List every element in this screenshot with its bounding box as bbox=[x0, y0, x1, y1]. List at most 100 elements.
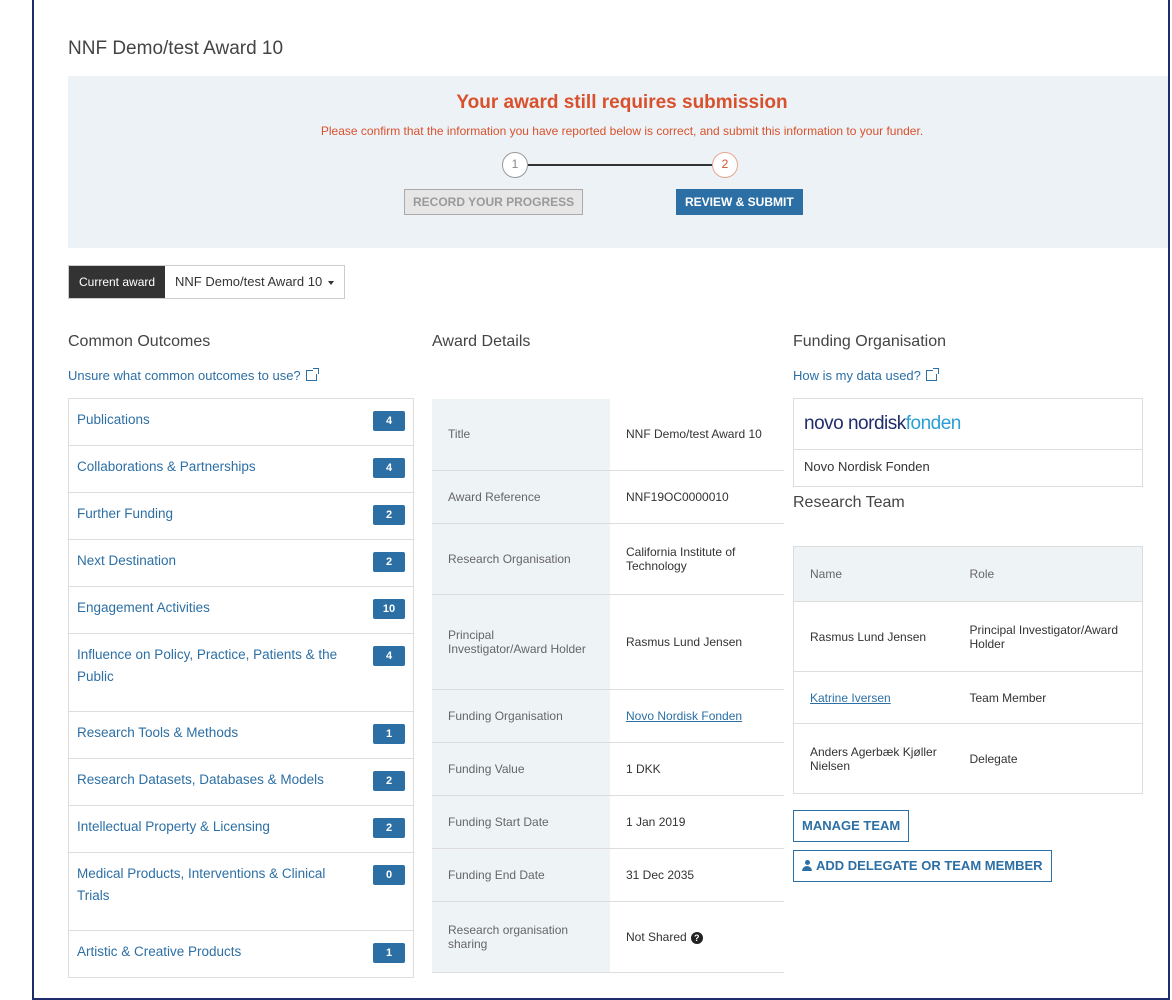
outcome-item-intellectual-property[interactable]: Intellectual Property & Licensing 2 bbox=[68, 806, 414, 853]
outcome-count-badge: 4 bbox=[373, 646, 405, 666]
add-delegate-label: ADD DELEGATE OR TEAM MEMBER bbox=[816, 858, 1043, 873]
outcome-item-research-tools[interactable]: Research Tools & Methods 1 bbox=[68, 712, 414, 759]
team-header-row: Name Role bbox=[793, 546, 1143, 602]
outcome-label[interactable]: Influence on Policy, Practice, Patients … bbox=[77, 644, 357, 688]
team-member-role: Team Member bbox=[953, 671, 1143, 724]
step-2-circle: 2 bbox=[712, 152, 738, 178]
current-award-value: NNF Demo/test Award 10 bbox=[175, 274, 323, 289]
research-team-table: Name Role Rasmus Lund Jensen Principal I… bbox=[793, 546, 1143, 794]
detail-key: Funding Organisation bbox=[432, 689, 610, 743]
progress-stepper: 1 2 RECORD YOUR PROGRESS REVIEW & SUBMIT bbox=[404, 152, 812, 222]
detail-value: 31 Dec 2035 bbox=[610, 848, 784, 902]
team-member-name: Anders Agerbæk Kjøller Nielsen bbox=[793, 723, 954, 794]
submission-banner: Your award still requires submission Ple… bbox=[68, 76, 1168, 248]
manage-team-button[interactable]: MANAGE TEAM bbox=[793, 810, 910, 842]
detail-value: Not Shared bbox=[626, 929, 687, 944]
common-outcomes-help-link[interactable]: Unsure what common outcomes to use? bbox=[68, 368, 301, 383]
team-col-name: Name bbox=[793, 546, 954, 602]
detail-key: Funding End Date bbox=[432, 848, 610, 902]
detail-row: Title NNF Demo/test Award 10 bbox=[432, 399, 784, 471]
detail-value: 1 DKK bbox=[610, 742, 784, 796]
outcome-item-further-funding[interactable]: Further Funding 2 bbox=[68, 493, 414, 540]
outcome-label[interactable]: Collaborations & Partnerships bbox=[77, 456, 256, 478]
outcome-count-badge: 4 bbox=[373, 411, 405, 431]
review-submit-button[interactable]: REVIEW & SUBMIT bbox=[676, 189, 803, 215]
outcome-label[interactable]: Next Destination bbox=[77, 550, 176, 572]
current-award-dropdown[interactable]: NNF Demo/test Award 10 bbox=[165, 266, 345, 298]
award-details-table: Title NNF Demo/test Award 10 Award Refere… bbox=[432, 399, 784, 973]
outcome-label[interactable]: Research Tools & Methods bbox=[77, 722, 238, 744]
detail-key: Principal Investigator/Award Holder bbox=[432, 594, 610, 690]
add-delegate-button[interactable]: ADD DELEGATE OR TEAM MEMBER bbox=[793, 850, 1052, 882]
outcome-count-badge: 10 bbox=[373, 599, 405, 619]
outcome-count-badge: 4 bbox=[373, 458, 405, 478]
data-usage-help[interactable]: How is my data used? bbox=[793, 367, 939, 385]
outcome-label[interactable]: Engagement Activities bbox=[77, 597, 210, 619]
funder-logo-text: novo nordisk bbox=[804, 413, 906, 434]
common-outcomes-list: Publications 4 Collaborations & Partnersh… bbox=[68, 398, 414, 978]
outcome-label[interactable]: Intellectual Property & Licensing bbox=[77, 816, 270, 838]
research-team-heading: Research Team bbox=[793, 494, 905, 511]
outcome-item-publications[interactable]: Publications 4 bbox=[68, 399, 414, 446]
team-row: Rasmus Lund Jensen Principal Investigato… bbox=[793, 601, 1143, 672]
common-outcomes-heading: Common Outcomes bbox=[68, 333, 211, 350]
outcome-item-influence[interactable]: Influence on Policy, Practice, Patients … bbox=[68, 634, 414, 712]
outcome-count-badge: 0 bbox=[373, 865, 405, 885]
award-details-heading: Award Details bbox=[432, 333, 531, 350]
outcome-count-badge: 2 bbox=[373, 505, 405, 525]
outcome-item-collaborations[interactable]: Collaborations & Partnerships 4 bbox=[68, 446, 414, 493]
detail-value: NNF Demo/test Award 10 bbox=[610, 399, 784, 471]
funder-name: Novo Nordisk Fonden bbox=[804, 459, 930, 474]
banner-heading: Your award still requires submission bbox=[456, 92, 788, 113]
detail-key: Funding Start Date bbox=[432, 795, 610, 849]
outcome-label[interactable]: Publications bbox=[77, 409, 150, 431]
team-member-role: Delegate bbox=[953, 723, 1143, 794]
current-award-label: Current award bbox=[69, 266, 166, 298]
outcome-count-badge: 1 bbox=[373, 724, 405, 744]
team-row: Anders Agerbæk Kjøller Nielsen Delegate bbox=[793, 723, 1143, 794]
funding-org-heading: Funding Organisation bbox=[793, 333, 946, 350]
data-usage-help-link[interactable]: How is my data used? bbox=[793, 368, 921, 383]
detail-row: Funding Value 1 DKK bbox=[432, 742, 784, 796]
detail-value: Rasmus Lund Jensen bbox=[610, 594, 784, 690]
current-award-selector[interactable]: Current award NNF Demo/test Award 10 bbox=[68, 265, 346, 299]
outcome-label[interactable]: Further Funding bbox=[77, 503, 173, 525]
external-link-icon bbox=[925, 368, 939, 381]
page-title: NNF Demo/test Award 10 bbox=[68, 38, 284, 59]
detail-key: Award Reference bbox=[432, 470, 610, 524]
step-1-circle: 1 bbox=[502, 152, 528, 178]
detail-key: Research organisation sharing bbox=[432, 901, 610, 973]
detail-value: NNF19OC0000010 bbox=[610, 470, 784, 524]
detail-row: Principal Investigator/Award Holder Rasmu… bbox=[432, 594, 784, 690]
detail-row: Funding End Date 31 Dec 2035 bbox=[432, 848, 784, 902]
detail-key: Research Organisation bbox=[432, 523, 610, 595]
page-frame: NNF Demo/test Award 10 Your award still … bbox=[32, 0, 1170, 1000]
outcome-label[interactable]: Research Datasets, Databases & Models bbox=[77, 769, 324, 791]
step-connector bbox=[528, 164, 712, 166]
outcome-count-badge: 2 bbox=[373, 552, 405, 572]
outcome-item-next-destination[interactable]: Next Destination 2 bbox=[68, 540, 414, 587]
outcome-count-badge: 2 bbox=[373, 771, 405, 791]
funding-org-link[interactable]: Novo Nordisk Fonden bbox=[626, 709, 742, 723]
record-progress-button[interactable]: RECORD YOUR PROGRESS bbox=[404, 189, 584, 215]
detail-row: Research Organisation California Institut… bbox=[432, 523, 784, 595]
outcome-label[interactable]: Artistic & Creative Products bbox=[77, 941, 241, 963]
team-row: Katrine Iversen Team Member bbox=[793, 671, 1143, 724]
team-member-role: Principal Investigator/Award Holder bbox=[953, 601, 1143, 672]
detail-row: Research organisation sharing Not Shared? bbox=[432, 901, 784, 973]
common-outcomes-help[interactable]: Unsure what common outcomes to use? bbox=[68, 367, 319, 385]
caret-down-icon bbox=[328, 280, 335, 285]
outcome-item-engagement[interactable]: Engagement Activities 10 bbox=[68, 587, 414, 634]
outcome-count-badge: 1 bbox=[373, 943, 405, 963]
detail-row: Award Reference NNF19OC0000010 bbox=[432, 470, 784, 524]
outcome-item-research-datasets[interactable]: Research Datasets, Databases & Models 2 bbox=[68, 759, 414, 806]
outcome-item-artistic[interactable]: Artistic & Creative Products 1 bbox=[68, 931, 414, 978]
team-member-link[interactable]: Katrine Iversen bbox=[810, 691, 891, 705]
team-member-name: Rasmus Lund Jensen bbox=[793, 601, 954, 672]
funder-logo-text-accent: fonden bbox=[905, 413, 962, 434]
outcome-item-medical-products[interactable]: Medical Products, Interventions & Clinic… bbox=[68, 853, 414, 931]
outcome-label[interactable]: Medical Products, Interventions & Clinic… bbox=[77, 863, 357, 907]
outcome-count-badge: 2 bbox=[373, 818, 405, 838]
banner-subtext: Please confirm that the information you … bbox=[320, 124, 924, 138]
question-circle-icon[interactable]: ? bbox=[690, 931, 703, 944]
